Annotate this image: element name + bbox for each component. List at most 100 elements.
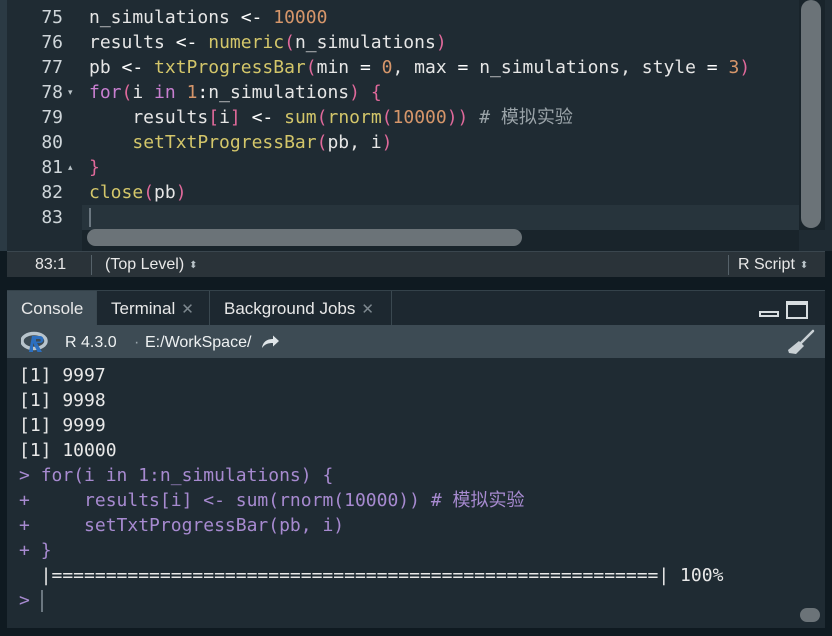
code-token: in [154, 82, 176, 103]
code-line[interactable]: for(i in 1:n_simulations) { [89, 80, 382, 105]
updown-icon: ⬍ [189, 260, 198, 271]
editor-horizontal-scroll-thumb[interactable] [87, 229, 522, 246]
console-output-line: [1] 9998 [19, 388, 106, 413]
code-line[interactable]: n_simulations <- 10000 [89, 5, 327, 30]
code-token: txtProgressBar [154, 57, 306, 78]
close-icon[interactable]: ✕ [181, 301, 194, 318]
code-token: ) [349, 82, 360, 103]
console-input-text: for(i in 1:n_simulations) { [40, 465, 334, 486]
code-token: , max [392, 57, 458, 78]
code-line[interactable]: pb <- txtProgressBar(min = 0, max = n_si… [89, 55, 750, 80]
console-prompt: > [19, 590, 30, 611]
code-line[interactable]: close(pb) [89, 180, 187, 205]
arrow-forward-icon[interactable] [260, 335, 280, 349]
maximize-icon[interactable] [786, 301, 808, 319]
working-directory: E:/WorkSpace/ [145, 334, 252, 351]
console-output-line: [1] 10000 [19, 438, 117, 463]
code-token: 3 [728, 57, 740, 78]
console-output-line: [1] 9999 [19, 413, 106, 438]
editor-status-bar: 83:1 (Top Level) ⬍ R Script ⬍ [7, 251, 825, 278]
code-token: min [316, 57, 360, 78]
code-line[interactable]: setTxtProgressBar(pb, i) [89, 130, 392, 155]
code-token: rnorm [327, 107, 382, 128]
fold-toggle-icon[interactable]: ▴ [68, 155, 73, 180]
code-token: : [197, 82, 209, 103]
code-token: for [89, 82, 122, 103]
line-number: 82 [41, 182, 63, 203]
code-token: i [132, 82, 155, 103]
console-input-line: + results[i] <- sum(rnorm(10000)) # 模拟实验 [19, 488, 525, 513]
console-output-text: [1] 10000 [19, 440, 117, 461]
code-token: n_simulations, style [468, 57, 707, 78]
scope-label: (Top Level) [105, 256, 185, 273]
code-token: <- [240, 7, 263, 28]
code-line[interactable]: } [89, 155, 100, 180]
line-number: 83 [41, 207, 63, 228]
minimize-icon[interactable] [759, 311, 779, 317]
source-editor[interactable]: 75 76 77 78 ▾ 79 80 81 ▴ 82 83 n_simulations <- 10… [0, 0, 832, 251]
tab-background-jobs[interactable]: Background Jobs ✕ [210, 291, 392, 326]
r-version: R 4.3.0 [65, 334, 117, 351]
console-output[interactable]: [1] 9997 [1] 9998 [1] 9999 [1] 10000 > for(i… [7, 358, 825, 628]
code-token: n_simulations [294, 32, 436, 53]
console-header: R 4.3.0 · E:/WorkSpace/ [7, 325, 825, 358]
tab-label: Background Jobs [224, 299, 356, 318]
line-number: 81 [41, 157, 63, 178]
code-token: <- [251, 107, 274, 128]
code-token: i [219, 107, 230, 128]
code-token: = [706, 57, 718, 78]
console-scroll-thumb[interactable] [800, 608, 820, 622]
editor-vertical-scroll-thumb[interactable] [801, 0, 821, 228]
console-prompt: + [19, 490, 30, 511]
file-type-selector[interactable]: R Script ⬍ [738, 252, 808, 278]
code-token: ) [175, 182, 187, 203]
code-token: 1 [186, 82, 198, 103]
line-number: 79 [41, 107, 63, 128]
console-prompt: > [19, 465, 30, 486]
cursor-position: 83:1 [35, 256, 67, 273]
file-type-label: R Script [738, 256, 795, 273]
fold-toggle-icon[interactable]: ▾ [68, 80, 73, 105]
console-output-line: [1] 9997 [19, 363, 106, 388]
scope-selector[interactable]: (Top Level) ⬍ [105, 252, 198, 278]
console-input-line: > for(i in 1:n_simulations) { [19, 463, 333, 488]
broom-icon[interactable] [786, 329, 816, 355]
pane-splitter[interactable] [0, 277, 832, 290]
tab-terminal[interactable]: Terminal ✕ [97, 291, 210, 326]
code-token: results [89, 32, 176, 53]
tab-label: Terminal [111, 299, 176, 318]
code-token: = [457, 57, 469, 78]
code-area[interactable]: n_simulations <- 10000 results <- numeric… [89, 0, 799, 230]
code-token: [ [208, 107, 220, 128]
console-prompt: + [19, 540, 30, 561]
code-token: ) [739, 57, 751, 78]
status-divider [728, 255, 729, 275]
code-token: ( [316, 107, 328, 128]
code-token: ( [143, 182, 155, 203]
code-token: # 模拟实验 [468, 107, 573, 128]
code-token: pb, i [327, 132, 382, 153]
close-icon[interactable]: ✕ [361, 301, 374, 318]
tab-console[interactable]: Console [7, 291, 97, 326]
code-token: 10000 [273, 7, 328, 28]
status-divider [91, 255, 92, 275]
console-input-line: > [19, 588, 41, 613]
console-input-text: results[i] <- sum(rnorm(10000)) # 模拟实验 [40, 490, 525, 511]
console-output-text: [1] 9998 [19, 390, 106, 411]
code-line[interactable]: results[i] <- sum(rnorm(10000)) # 模拟实验 [89, 105, 573, 130]
code-token: <- [121, 57, 144, 78]
line-number: 75 [41, 7, 63, 28]
code-token: setTxtProgressBar [132, 132, 317, 153]
code-line[interactable]: results <- numeric(n_simulations) [89, 30, 447, 55]
line-number: 78 [41, 82, 63, 103]
